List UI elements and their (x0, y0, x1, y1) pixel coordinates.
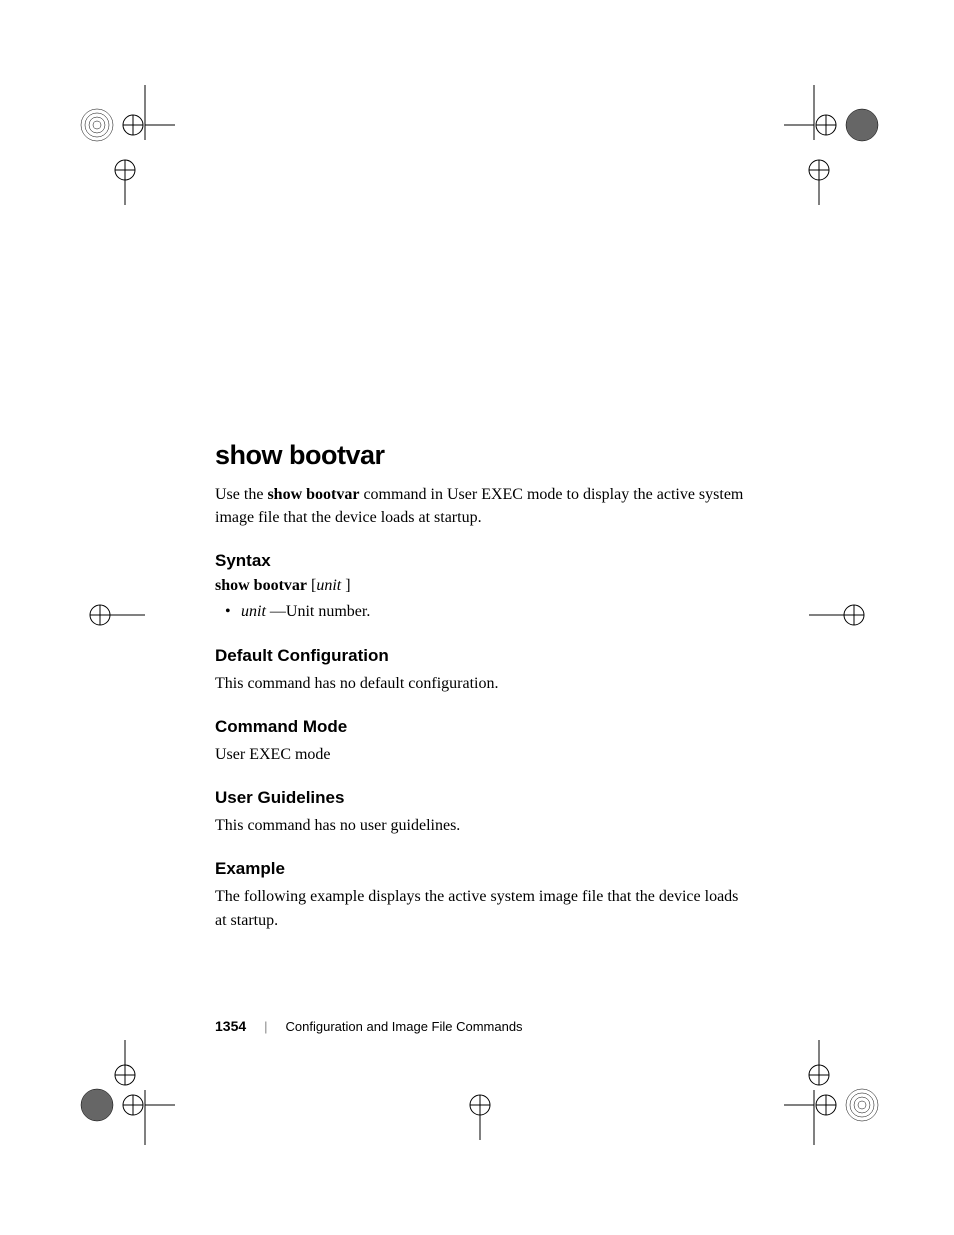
crop-mark-top-left (75, 85, 175, 185)
footer-chapter-title: Configuration and Image File Commands (286, 1019, 523, 1034)
crop-mark-top-right-2 (789, 145, 869, 205)
user-guidelines-text: This command has no user guidelines. (215, 814, 745, 837)
list-item: unit —Unit number. (241, 601, 745, 623)
page-content: show bootvar Use the show bootvar comman… (215, 440, 745, 954)
command-mode-text: User EXEC mode (215, 743, 745, 766)
example-text: The following example displays the activ… (215, 885, 745, 931)
param-name: unit (241, 603, 266, 620)
syntax-section: Syntax show bootvar [unit ] unit —Unit n… (215, 551, 745, 623)
default-config-section: Default Configuration This command has n… (215, 646, 745, 695)
crop-mark-bottom-left-2 (75, 1085, 175, 1185)
crop-mark-bottom-right-1 (789, 1040, 869, 1100)
page-number: 1354 (215, 1018, 246, 1034)
default-config-heading: Default Configuration (215, 646, 745, 666)
command-mode-heading: Command Mode (215, 717, 745, 737)
intro-paragraph: Use the show bootvar command in User EXE… (215, 483, 745, 529)
syntax-command-line: show bootvar [unit ] (215, 577, 745, 595)
intro-command: show bootvar (267, 486, 359, 503)
crop-mark-top-left-2 (75, 145, 155, 205)
command-heading: show bootvar (215, 440, 745, 471)
syntax-heading: Syntax (215, 551, 745, 571)
crop-mark-bottom-left-1 (75, 1040, 155, 1100)
intro-prefix: Use the (215, 486, 267, 503)
crop-mark-bottom-center (440, 1085, 520, 1145)
syntax-bracket-open: [ (307, 577, 316, 594)
user-guidelines-section: User Guidelines This command has no user… (215, 788, 745, 837)
syntax-bracket-close: ] (341, 577, 350, 594)
crop-mark-mid-left (75, 590, 155, 650)
syntax-params-list: unit —Unit number. (241, 601, 745, 623)
example-heading: Example (215, 859, 745, 879)
syntax-cmd: show bootvar (215, 577, 307, 594)
crop-mark-top-right (784, 85, 884, 185)
footer-separator: | (264, 1019, 267, 1034)
crop-mark-bottom-right-2 (784, 1085, 884, 1185)
page-footer: 1354 | Configuration and Image File Comm… (215, 1018, 745, 1034)
crop-mark-mid-right (799, 590, 879, 650)
user-guidelines-heading: User Guidelines (215, 788, 745, 808)
default-config-text: This command has no default configuratio… (215, 672, 745, 695)
example-section: Example The following example displays t… (215, 859, 745, 931)
param-desc: —Unit number. (266, 603, 370, 620)
command-mode-section: Command Mode User EXEC mode (215, 717, 745, 766)
syntax-param: unit (316, 577, 341, 594)
